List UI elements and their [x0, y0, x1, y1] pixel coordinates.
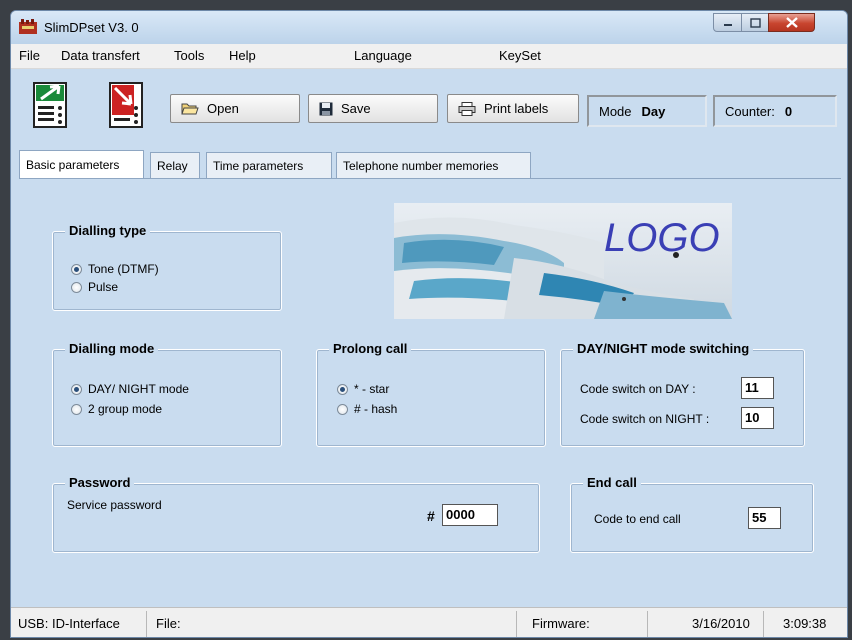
radio-2-group-label: 2 group mode: [88, 402, 163, 416]
status-time: 3:09:38: [783, 616, 827, 631]
close-button[interactable]: [768, 13, 815, 32]
counter-label: Counter:: [725, 103, 775, 119]
maximize-button[interactable]: [741, 13, 769, 32]
counter-indicator: Counter: 0: [713, 95, 837, 127]
logo-image: LOGO: [394, 203, 732, 319]
open-label: Open: [207, 101, 239, 116]
menu-data-transfert[interactable]: Data transfert: [61, 48, 140, 63]
app-icon: [19, 19, 37, 34]
menu-tools[interactable]: Tools: [174, 48, 204, 63]
folder-open-icon: [181, 103, 199, 114]
radio-selected-icon: [71, 263, 82, 275]
menu-bar: File Data transfert Tools Help Language …: [11, 44, 847, 69]
radio-unselected-icon: [337, 403, 348, 415]
mode-value: Day: [641, 103, 666, 119]
code-to-end-call-input[interactable]: 55: [748, 507, 781, 529]
dialling-type-group: Dialling type Tone (DTMF) Pulse: [52, 223, 282, 311]
mode-label: Mode: [599, 103, 632, 119]
write-device-icon[interactable]: [109, 82, 143, 128]
logo-picture: LOGO: [394, 203, 732, 319]
save-label: Save: [341, 101, 371, 116]
dialling-mode-title: Dialling mode: [65, 341, 159, 356]
print-labels-button[interactable]: Print labels: [447, 94, 579, 123]
window-title: SlimDPset V3. 0: [44, 20, 139, 35]
status-separator: [763, 611, 764, 637]
tab-time-parameters[interactable]: Time parameters: [206, 152, 332, 178]
logo-text: LOGO: [604, 216, 720, 260]
hash-symbol: #: [427, 508, 435, 524]
basic-parameters-panel: Dialling type Tone (DTMF) Pulse LOGO Dia…: [19, 178, 841, 602]
print-labels-label: Print labels: [484, 101, 549, 116]
radio-day-night-label: DAY/ NIGHT mode: [88, 382, 189, 396]
menu-help[interactable]: Help: [229, 48, 256, 63]
dialling-type-title: Dialling type: [65, 223, 151, 238]
status-file-label: File:: [156, 616, 181, 631]
code-to-end-call-label: Code to end call: [594, 512, 681, 526]
radio-selected-icon: [337, 383, 348, 395]
password-group: Password Service password # 0000: [52, 475, 540, 553]
end-call-title: End call: [583, 475, 641, 490]
status-firmware-label: Firmware:: [532, 616, 590, 631]
read-device-icon[interactable]: [33, 82, 67, 128]
radio-star-label: * - star: [354, 382, 390, 396]
open-button[interactable]: Open: [170, 94, 300, 123]
status-separator: [647, 611, 648, 637]
minimize-icon: [723, 23, 732, 26]
menu-keyset[interactable]: KeySet: [499, 48, 541, 63]
day-night-switching-group: DAY/NIGHT mode switching Code switch on …: [560, 341, 805, 447]
tab-telephone-number-memories[interactable]: Telephone number memories: [336, 152, 531, 178]
toolbar: Open Save Print labels Mode Day Counter:…: [11, 68, 847, 162]
maximize-icon: [749, 17, 761, 28]
radio-2-group-mode[interactable]: 2 group mode: [71, 402, 162, 416]
tab-relay[interactable]: Relay: [150, 152, 200, 178]
menu-language[interactable]: Language: [354, 48, 412, 63]
dialling-mode-group: Dialling mode DAY/ NIGHT mode 2 group mo…: [52, 341, 282, 447]
status-date: 3/16/2010: [692, 616, 750, 631]
status-interface: USB: ID-Interface: [18, 616, 120, 631]
menu-file[interactable]: File: [19, 48, 40, 63]
app-window: SlimDPset V3. 0 File Data transfert Tool…: [10, 10, 848, 638]
end-call-group: End call Code to end call 55: [570, 475, 814, 553]
title-bar: SlimDPset V3. 0: [11, 11, 847, 44]
code-switch-day-input[interactable]: 11: [741, 377, 774, 399]
floppy-disk-icon: [319, 102, 333, 115]
counter-value: 0: [784, 103, 793, 119]
prolong-call-title: Prolong call: [329, 341, 412, 356]
radio-tone-label: Tone (DTMF): [88, 262, 159, 276]
close-icon: [785, 17, 798, 28]
radio-selected-icon: [71, 383, 82, 395]
tab-basic-parameters[interactable]: Basic parameters: [19, 150, 144, 178]
status-bar: USB: ID-Interface File: Firmware: 3/16/2…: [11, 607, 847, 637]
radio-tone-dtmf[interactable]: Tone (DTMF): [71, 262, 159, 276]
code-switch-night-input[interactable]: 10: [741, 407, 774, 429]
printer-icon: [458, 101, 476, 116]
radio-unselected-icon: [71, 403, 82, 415]
password-title: Password: [65, 475, 135, 490]
radio-hash[interactable]: # - hash: [337, 402, 397, 416]
minimize-button[interactable]: [713, 13, 742, 32]
radio-pulse-label: Pulse: [88, 280, 119, 294]
prolong-call-group: Prolong call * - star # - hash: [316, 341, 546, 447]
service-password-label: Service password: [67, 498, 162, 512]
radio-unselected-icon: [71, 281, 82, 293]
radio-star[interactable]: * - star: [337, 382, 389, 396]
mode-indicator: Mode Day: [587, 95, 707, 127]
save-button[interactable]: Save: [308, 94, 438, 123]
code-switch-day-label: Code switch on DAY :: [580, 382, 696, 396]
radio-pulse[interactable]: Pulse: [71, 280, 118, 294]
day-night-title: DAY/NIGHT mode switching: [573, 341, 754, 356]
status-separator: [516, 611, 517, 637]
status-separator: [146, 611, 147, 637]
radio-hash-label: # - hash: [354, 402, 398, 416]
radio-day-night-mode[interactable]: DAY/ NIGHT mode: [71, 382, 189, 396]
code-switch-night-label: Code switch on NIGHT :: [580, 412, 710, 426]
service-password-input[interactable]: 0000: [442, 504, 498, 526]
